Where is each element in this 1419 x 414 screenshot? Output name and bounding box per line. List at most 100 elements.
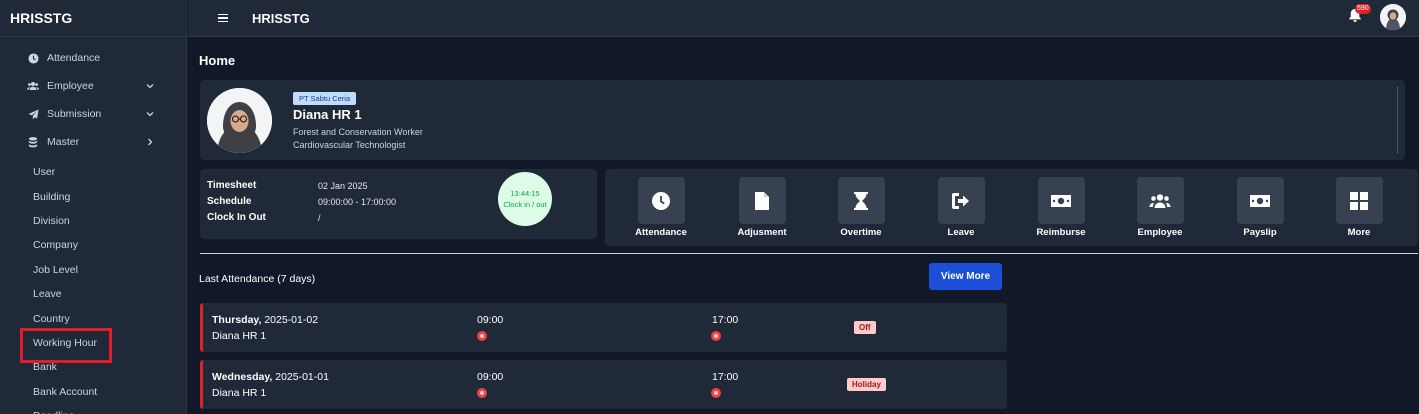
chevron-right-icon bbox=[146, 138, 154, 146]
money-bill-icon bbox=[1236, 177, 1284, 224]
sidebar-item-label: Master bbox=[47, 136, 80, 148]
quick-action-attendance[interactable]: Attendance bbox=[626, 177, 696, 238]
brand-logo[interactable]: HRISSTG bbox=[0, 0, 186, 37]
chevron-down-icon bbox=[146, 110, 154, 118]
view-more-button[interactable]: View More bbox=[929, 263, 1002, 290]
divider bbox=[1397, 87, 1398, 153]
clock-out-status-icon bbox=[711, 388, 721, 398]
profile-card: PT Sabtu Ceria Diana HR 1 Forest and Con… bbox=[200, 80, 1405, 160]
employee-job-title: Forest and Conservation Worker bbox=[293, 127, 423, 137]
quick-action-label: Payslip bbox=[1243, 227, 1277, 238]
clock-out-time: 17:00 bbox=[712, 314, 739, 326]
attendance-day: Wednesday, bbox=[212, 371, 273, 383]
database-icon bbox=[27, 136, 39, 148]
clock-icon bbox=[637, 177, 685, 224]
clock-in-status-icon bbox=[477, 331, 487, 341]
grid-icon bbox=[1335, 177, 1383, 224]
attendance-date-value: 2025-01-01 bbox=[275, 371, 329, 383]
clock-in-time: 09:00 bbox=[477, 314, 504, 326]
attendance-row[interactable]: Wednesday, 2025-01-01 Diana HR 1 09:00 1… bbox=[200, 360, 1007, 409]
user-avatar[interactable] bbox=[1380, 4, 1406, 30]
clock-out-status-icon bbox=[711, 331, 721, 341]
hourglass-icon bbox=[837, 177, 885, 224]
attendance-date: Thursday, 2025-01-02 bbox=[212, 314, 318, 326]
schedule-label: Schedule bbox=[207, 196, 252, 207]
clock-action-label: Clock in / out bbox=[503, 200, 547, 209]
schedule-value: 09:00:00 - 17:00:00 bbox=[318, 197, 397, 207]
profile-avatar bbox=[207, 88, 272, 153]
timesheet-label: Timesheet bbox=[207, 180, 257, 191]
quick-action-more[interactable]: More bbox=[1324, 177, 1394, 238]
clock-in-out-button[interactable]: 13:44:15 Clock in / out bbox=[498, 172, 552, 226]
topbar: HRISSTG 590 bbox=[188, 0, 1419, 37]
clock-icon bbox=[27, 52, 39, 64]
page-title: Home bbox=[199, 53, 236, 68]
submenu-item-bank-account[interactable]: Bank Account bbox=[0, 380, 186, 404]
status-badge: Off bbox=[854, 321, 876, 334]
file-icon bbox=[738, 177, 786, 224]
master-submenu: User Building Division Company Job Level… bbox=[0, 156, 186, 414]
quick-action-adjusment[interactable]: Adjusment bbox=[727, 177, 797, 238]
quick-action-label: More bbox=[1347, 227, 1371, 238]
quick-action-label: Adjusment bbox=[737, 227, 787, 238]
sidebar-item-label: Employee bbox=[47, 80, 94, 92]
attendance-employee-name: Diana HR 1 bbox=[212, 330, 267, 342]
company-badge: PT Sabtu Ceria bbox=[293, 92, 357, 105]
clock-in-out-label: Clock In Out bbox=[207, 212, 266, 223]
submenu-item-job-level[interactable]: Job Level bbox=[0, 258, 186, 282]
submenu-item-working-hour[interactable]: Working Hour bbox=[0, 327, 186, 364]
quick-action-label: Overtime bbox=[840, 227, 882, 238]
timesheet-card: Timesheet 02 Jan 2025 Schedule 09:00:00 … bbox=[200, 169, 597, 239]
clock-in-status-icon bbox=[477, 388, 487, 398]
quick-actions-panel: Attendance Adjusment Overtime Leave Reim… bbox=[605, 169, 1418, 246]
clock-in-out-value: / bbox=[318, 213, 321, 223]
section-divider bbox=[200, 253, 1418, 254]
menu-toggle-icon[interactable] bbox=[218, 13, 228, 23]
attendance-date: Wednesday, 2025-01-01 bbox=[212, 371, 329, 383]
employee-job-title-secondary: Cardiovascular Technologist bbox=[293, 140, 406, 150]
sign-out-icon bbox=[937, 177, 985, 224]
employee-name: Diana HR 1 bbox=[293, 107, 362, 122]
submenu-item-building[interactable]: Building bbox=[0, 184, 186, 208]
sidebar-item-master[interactable]: Master bbox=[0, 128, 186, 156]
status-badge: Holiday bbox=[847, 378, 886, 391]
chevron-down-icon bbox=[146, 82, 154, 90]
submenu-item-division[interactable]: Division bbox=[0, 209, 186, 233]
sidebar-item-label: Submission bbox=[47, 108, 102, 120]
notification-badge: 590 bbox=[1355, 4, 1371, 14]
sidebar-item-employee[interactable]: Employee bbox=[0, 72, 186, 100]
timesheet-value: 02 Jan 2025 bbox=[318, 181, 368, 191]
quick-action-label: Employee bbox=[1137, 227, 1183, 238]
quick-action-label: Leave bbox=[947, 227, 975, 238]
last-attendance-title: Last Attendance (7 days) bbox=[199, 273, 316, 285]
sidebar: HRISSTG Attendance Employee Submission M… bbox=[0, 0, 187, 414]
clock-in-time: 09:00 bbox=[477, 371, 504, 383]
quick-action-leave[interactable]: Leave bbox=[926, 177, 996, 238]
sidebar-item-submission[interactable]: Submission bbox=[0, 100, 186, 128]
main-content: Home PT Sabtu Ceria Diana HR 1 Forest an… bbox=[188, 37, 1419, 414]
users-icon bbox=[1136, 177, 1184, 224]
sidebar-main-nav: Attendance Employee Submission Master bbox=[0, 37, 186, 156]
quick-action-payslip[interactable]: Payslip bbox=[1225, 177, 1295, 238]
submenu-item-leave[interactable]: Leave bbox=[0, 282, 186, 306]
current-time: 13:44:15 bbox=[510, 189, 540, 198]
attendance-employee-name: Diana HR 1 bbox=[212, 387, 267, 399]
quick-action-label: Attendance bbox=[635, 227, 687, 238]
submenu-item-user[interactable]: User bbox=[0, 160, 186, 184]
quick-action-employee[interactable]: Employee bbox=[1125, 177, 1195, 238]
attendance-day: Thursday, bbox=[212, 314, 262, 326]
clock-out-time: 17:00 bbox=[712, 371, 739, 383]
quick-action-reimburse[interactable]: Reimburse bbox=[1026, 177, 1096, 238]
paper-plane-icon bbox=[27, 108, 39, 120]
sidebar-item-label: Attendance bbox=[47, 52, 101, 64]
attendance-date-value: 2025-01-02 bbox=[264, 314, 319, 326]
submenu-item-deadline[interactable]: Deadline bbox=[0, 404, 186, 414]
sidebar-item-attendance[interactable]: Attendance bbox=[0, 44, 186, 72]
users-icon bbox=[27, 80, 39, 92]
money-bill-icon bbox=[1037, 177, 1085, 224]
submenu-item-company[interactable]: Company bbox=[0, 233, 186, 257]
attendance-row[interactable]: Thursday, 2025-01-02 Diana HR 1 09:00 17… bbox=[200, 303, 1007, 352]
app-title: HRISSTG bbox=[252, 10, 310, 26]
quick-action-label: Reimburse bbox=[1036, 227, 1086, 238]
quick-action-overtime[interactable]: Overtime bbox=[826, 177, 896, 238]
